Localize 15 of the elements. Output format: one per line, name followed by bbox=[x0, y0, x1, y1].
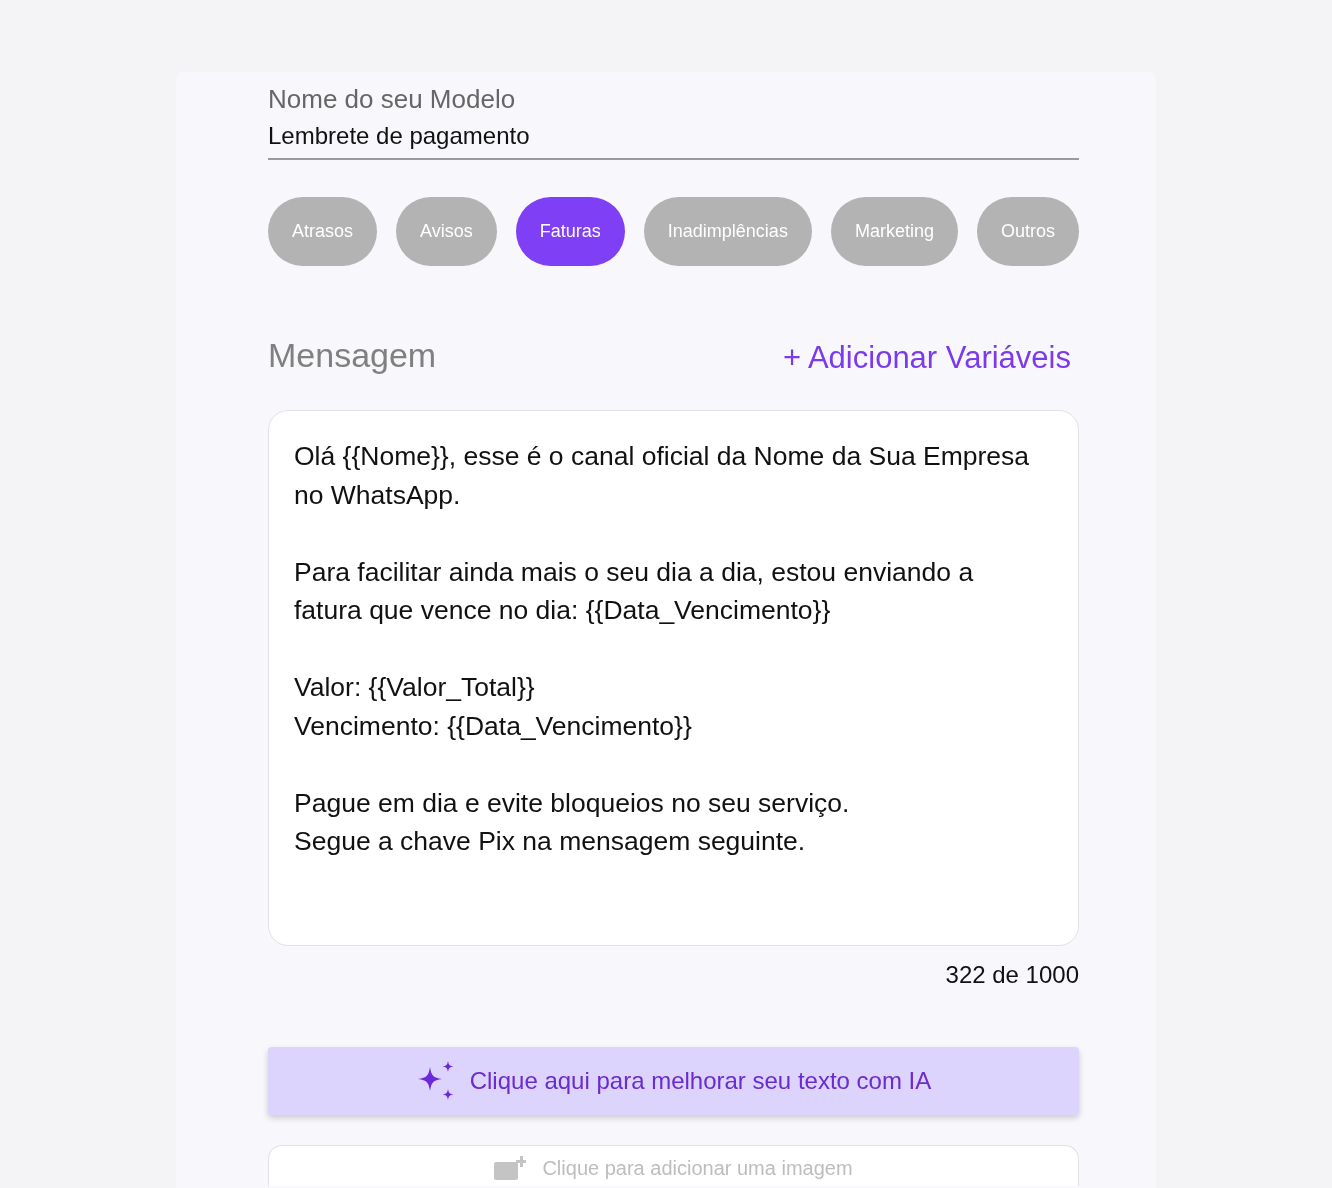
field-label: Nome do seu Modelo bbox=[268, 84, 516, 114]
image-plus-icon bbox=[494, 1156, 527, 1180]
message-heading: Mensagem bbox=[268, 334, 437, 376]
category-chip[interactable]: Avisos bbox=[396, 197, 497, 266]
category-chip[interactable]: Faturas bbox=[515, 197, 625, 266]
category-chip[interactable]: Inadimplências bbox=[643, 197, 812, 266]
message-field[interactable]: Olá {{Nome}}, esse é o canal oficial da Nome da Sua Empresa no WhatsApp. Para facilitar ainda mais o seu dia a dia, estou enviando a fatura que vence no dia: {{Data_Vencimento}} Valor: {{Valor_Total}} Vencimento: {{Data_Vencimento}} Pague em dia e evite bloqueios no seu serviço. Segue a chave Pix na mensagem seguinte. bbox=[268, 410, 1079, 946]
add-variables-link[interactable]: + Adicionar Variáveis bbox=[782, 334, 1071, 382]
improve-with-ai-button[interactable]: Clique aqui para melhorar seu texto com IA bbox=[268, 1047, 1079, 1115]
category-chip[interactable]: Atrasos bbox=[268, 197, 378, 266]
category-chip[interactable]: Marketing bbox=[830, 197, 958, 266]
template-name-field[interactable]: Lembrete de pagamento bbox=[268, 119, 1079, 160]
character-counter: 322 de 1000 bbox=[945, 961, 1079, 989]
category-chip[interactable]: Outros bbox=[976, 197, 1079, 266]
add-image-button[interactable]: Clique para adicionar uma imagem bbox=[268, 1145, 1079, 1186]
